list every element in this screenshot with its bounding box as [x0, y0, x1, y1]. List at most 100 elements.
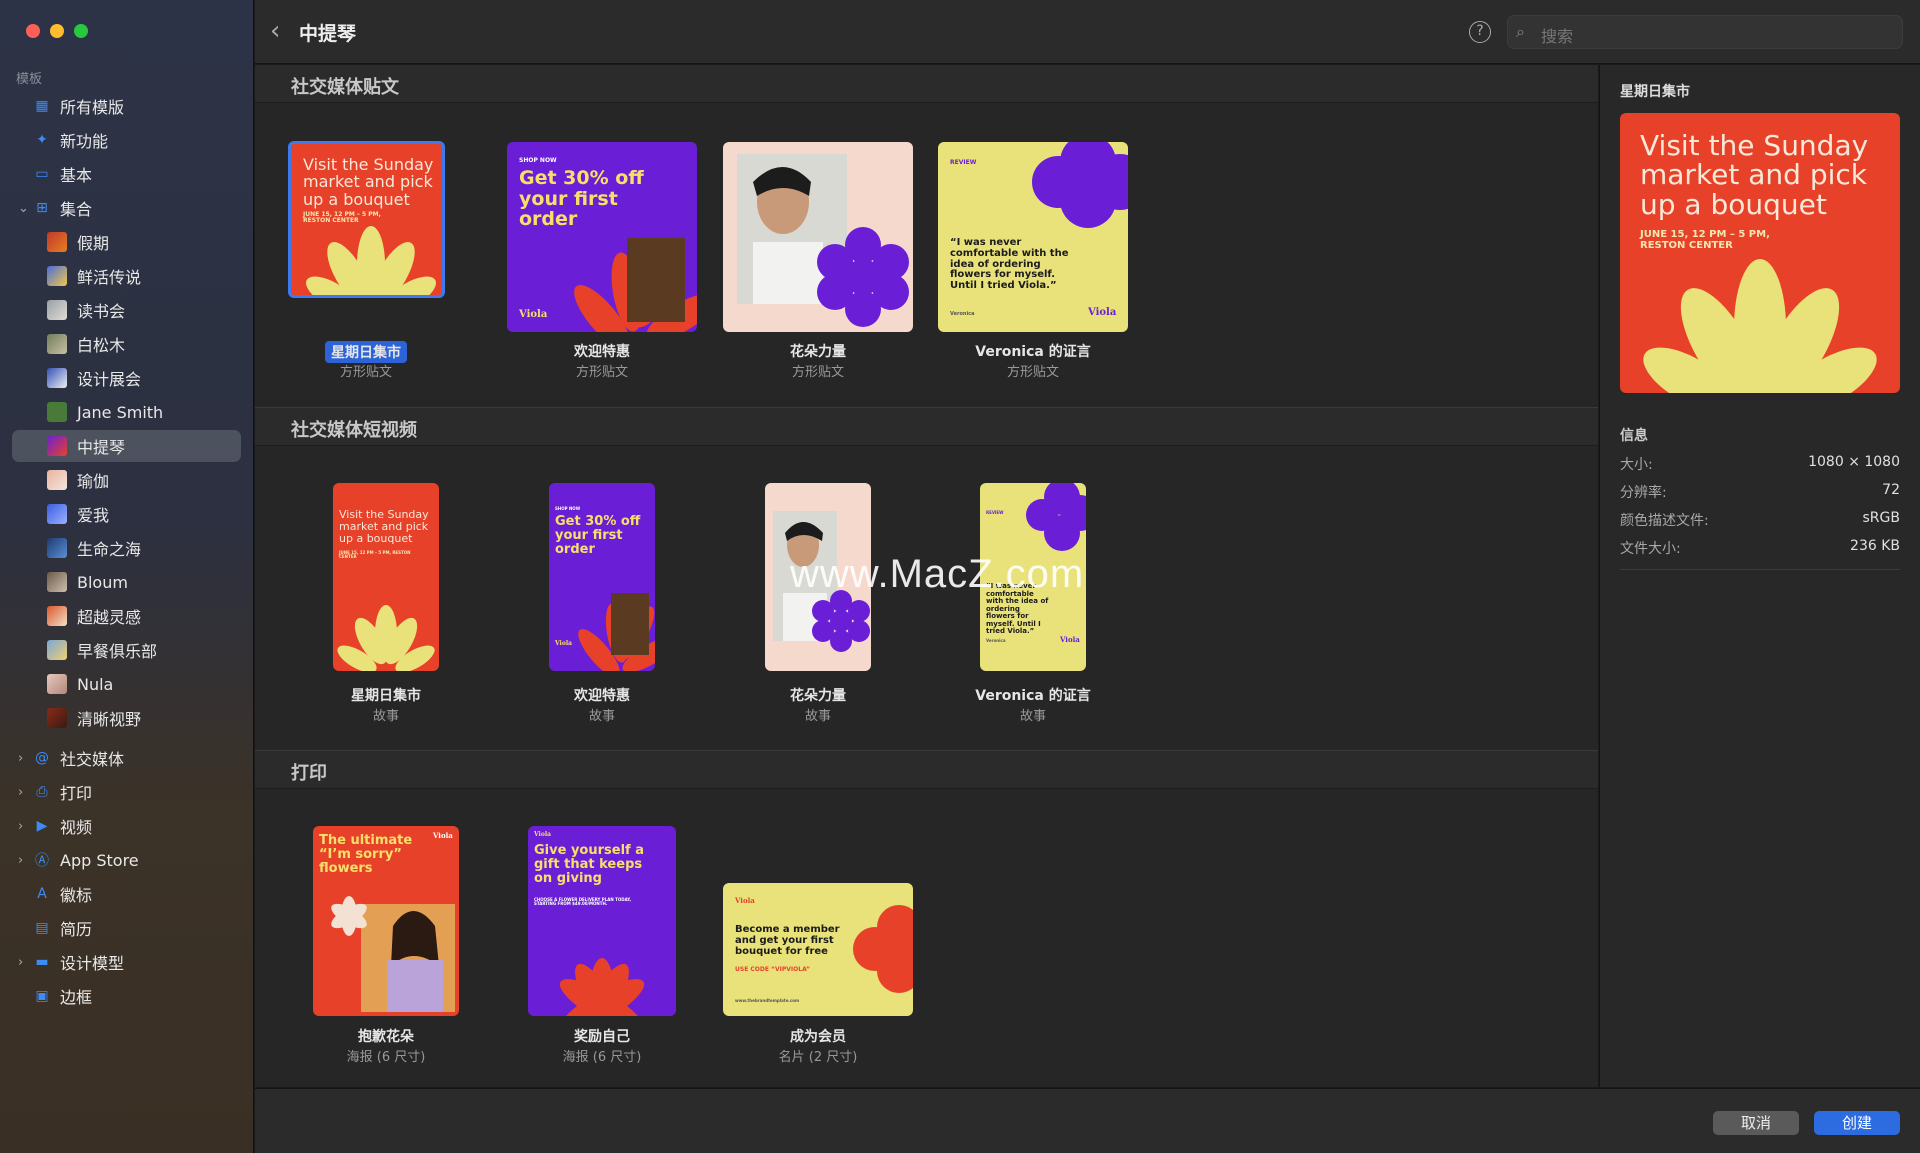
create-button[interactable]: 创建 — [1814, 1111, 1900, 1135]
chevron-right-icon[interactable]: › — [18, 751, 23, 766]
sidebar-item-label: 清晰视野 — [77, 710, 142, 729]
template-kind: 故事 — [804, 709, 831, 724]
template-name: 成为会员 — [790, 1029, 846, 1045]
sidebar-item-mockups[interactable]: › ▬ 设计模型 — [12, 946, 241, 978]
template-card-welcome-offer[interactable]: SHOP NOW Get 30% off your first order Vi… — [507, 142, 697, 332]
sidebar-item-design-fair[interactable]: 设计展会 — [12, 362, 241, 394]
sidebar-item-yoga[interactable]: 瑜伽 — [12, 464, 241, 496]
template-card-flower-power[interactable] — [723, 142, 913, 332]
search-field[interactable]: ⌕ 搜索 — [1507, 15, 1903, 49]
sidebar-item-label: 基本 — [60, 166, 93, 185]
collection-thumbnail — [47, 504, 67, 524]
collection-thumbnail — [47, 300, 67, 320]
minimize-window-button[interactable] — [50, 24, 64, 38]
sidebar-item-bloum[interactable]: Bloum — [12, 566, 241, 598]
sidebar: 模板 ▦ 所有模版 ✦ 新功能 ▭ 基本 ⌄ ⊞ 集合 假期 鲜活传说 读书会 白松木 设… — [0, 0, 254, 1153]
search-icon: ⌕ — [1516, 22, 1525, 41]
thumb-kicker: REVIEW — [950, 159, 977, 166]
sidebar-item-label: App Store — [60, 850, 139, 870]
portrait-photo — [331, 896, 455, 1012]
sidebar-item-white-pine[interactable]: 白松木 — [12, 328, 241, 360]
sidebar-item-basic[interactable]: ▭ 基本 — [12, 158, 241, 190]
sidebar-item-label: 视频 — [60, 818, 93, 837]
sidebar-item-vacation[interactable]: 假期 — [12, 226, 241, 258]
info-heading: 信息 — [1620, 428, 1648, 444]
zoom-window-button[interactable] — [74, 24, 88, 38]
chevron-right-icon[interactable]: › — [18, 785, 23, 800]
collection-thumbnail — [47, 436, 67, 456]
close-window-button[interactable] — [26, 24, 40, 38]
collection-thumbnail — [47, 470, 67, 490]
chevron-right-icon[interactable]: › — [18, 819, 23, 834]
sidebar-item-app-store[interactable]: › Ⓐ App Store — [12, 844, 241, 876]
sidebar-item-breakfast-club[interactable]: 早餐俱乐部 — [12, 634, 241, 666]
resume-icon: ▤ — [35, 920, 49, 936]
thumb-brand: Viola — [1060, 635, 1080, 644]
sidebar-item-resume[interactable]: ▤ 简历 — [12, 912, 241, 944]
chevron-right-icon[interactable]: › — [18, 853, 23, 868]
info-key: 分辨率: — [1620, 485, 1667, 501]
search-input[interactable]: 搜索 — [1541, 23, 1573, 47]
sidebar-item-logo[interactable]: A 徽标 — [12, 878, 241, 910]
sidebar-item-viola[interactable]: 中提琴 — [12, 430, 241, 462]
template-name: 星期日集市 — [259, 341, 473, 363]
sidebar-item-jane-smith[interactable]: Jane Smith — [12, 396, 241, 428]
poster-card-sorry-flowers[interactable]: The ultimate “I’m sorry” flowers Viola — [313, 826, 459, 1016]
portrait-photo — [737, 154, 909, 327]
flower-shape-icon — [853, 905, 913, 993]
template-kind: 海报 (6 尺寸) — [562, 1050, 642, 1065]
sidebar-item-label: 假期 — [77, 234, 110, 253]
help-icon[interactable]: ? — [1469, 21, 1491, 43]
at-icon: @ — [35, 750, 49, 766]
template-name: 花朵力量 — [790, 688, 846, 704]
chevron-right-icon[interactable]: › — [18, 955, 23, 970]
chevron-down-icon[interactable]: ⌄ — [18, 201, 29, 216]
thumb-author: Veronica — [986, 638, 1006, 643]
card-template-become-member[interactable]: Viola Become a member and get your first… — [723, 883, 913, 1016]
detail-title: 星期日集市 — [1620, 84, 1690, 100]
thumb-brand: Viola — [1088, 307, 1117, 318]
bottom-bar: 取消 创建 — [255, 1088, 1920, 1153]
story-card-welcome-offer[interactable]: SHOP NOW Get 30% off your first order Vi… — [549, 483, 655, 671]
collection-thumbnail — [47, 402, 67, 422]
sidebar-item-collections[interactable]: ⌄ ⊞ 集合 — [12, 192, 241, 224]
back-chevron-icon[interactable]: ‹ — [270, 18, 280, 44]
poster-card-reward-yourself[interactable]: Viola Give yourself a gift that keeps on… — [528, 826, 676, 1016]
sidebar-item-label: 徽标 — [60, 886, 93, 905]
section-header-print: 打印 — [255, 751, 1598, 789]
template-card-sunday-market[interactable]: Visit the Sunday market and pick up a bo… — [288, 141, 445, 298]
sidebar-item-social-media[interactable]: › @ 社交媒体 — [12, 742, 241, 774]
sidebar-item-video[interactable]: › ▶ 视频 — [12, 810, 241, 842]
logo-icon: A — [37, 886, 47, 902]
cancel-button[interactable]: 取消 — [1713, 1111, 1799, 1135]
info-key: 文件大小: — [1620, 541, 1681, 557]
info-row-size: 大小: 1080 × 1080 — [1620, 454, 1900, 476]
collection-thumbnail — [47, 368, 67, 388]
collection-thumbnail — [47, 708, 67, 728]
sidebar-item-frames[interactable]: ▣ 边框 — [12, 980, 241, 1012]
sidebar-item-print[interactable]: › ⎙ 打印 — [12, 776, 241, 808]
info-value: sRGB — [1862, 510, 1900, 526]
sidebar-item-sea-of-life[interactable]: 生命之海 — [12, 532, 241, 564]
flower-shape-icon — [574, 238, 697, 332]
info-key: 颜色描述文件: — [1620, 513, 1709, 529]
info-row-file-size: 文件大小: 236 KB — [1620, 538, 1900, 560]
sidebar-item-clear-vision[interactable]: 清晰视野 — [12, 702, 241, 734]
app-window: 模板 ▦ 所有模版 ✦ 新功能 ▭ 基本 ⌄ ⊞ 集合 假期 鲜活传说 读书会 白松木 设… — [0, 0, 1920, 1153]
template-card-veronica-testimonial[interactable]: REVIEW “I was never comfortable with the… — [938, 142, 1128, 332]
sidebar-item-nula[interactable]: Nula — [12, 668, 241, 700]
thumb-brand: Viola — [555, 640, 572, 647]
sidebar-item-new-features[interactable]: ✦ 新功能 — [12, 124, 241, 156]
sidebar-item-fresh-legend[interactable]: 鲜活传说 — [12, 260, 241, 292]
template-kind: 方形贴文 — [339, 365, 392, 380]
sidebar-item-beyond-inspiration[interactable]: 超越灵感 — [12, 600, 241, 632]
collection-thumbnail — [47, 606, 67, 626]
sidebar-item-all-templates[interactable]: ▦ 所有模版 — [12, 90, 241, 122]
story-card-sunday-market[interactable]: Visit the Sunday market and pick up a bo… — [333, 483, 439, 671]
sidebar-item-book-club[interactable]: 读书会 — [12, 294, 241, 326]
sidebar-item-love-me[interactable]: 爱我 — [12, 498, 241, 530]
video-icon: ▶ — [36, 818, 48, 834]
watermark: www.MacZ.com — [790, 552, 1085, 596]
toolbar: ‹ 中提琴 ? ⌕ 搜索 — [255, 0, 1920, 64]
appstore-icon: Ⓐ — [35, 853, 49, 869]
